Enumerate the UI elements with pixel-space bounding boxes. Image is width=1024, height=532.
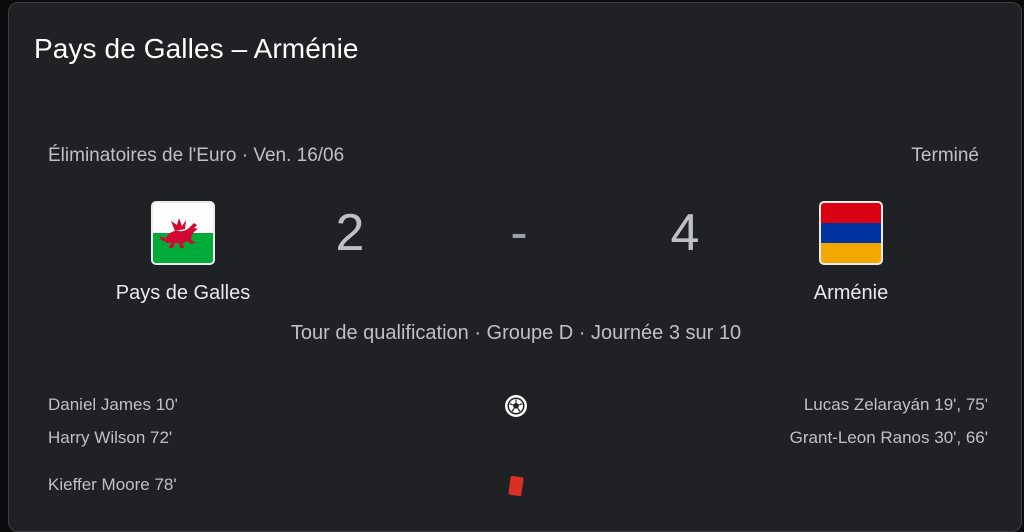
away-team[interactable]: Arménie — [761, 201, 941, 305]
goal-row: Daniel James 10' Lucas Zelarayán 19', 75… — [9, 388, 1021, 422]
round-info[interactable]: Tour de qualification · Groupe D · Journ… — [9, 322, 1021, 345]
goal-row: Harry Wilson 72' Grant-Leon Ranos 30', 6… — [9, 421, 1021, 455]
home-goal-scorer: Daniel James 10' — [48, 395, 178, 414]
soccer-ball-icon — [504, 394, 528, 418]
away-goal-scorer: Grant-Leon Ranos 30', 66' — [789, 428, 988, 447]
match-card: Pays de Galles – Arménie Éliminatoires d… — [8, 2, 1022, 532]
armenia-flag-icon — [819, 201, 883, 265]
away-score: 4 — [670, 204, 700, 262]
red-card-row: Kieffer Moore 78' — [9, 468, 1021, 502]
home-team-name: Pays de Galles — [115, 282, 251, 304]
competition-date[interactable]: Éliminatoires de l'Euro · Ven. 16/06 — [48, 145, 344, 167]
score-separator: - — [510, 204, 528, 262]
home-red-card-player: Kieffer Moore 78' — [48, 475, 177, 494]
wales-flag-icon — [151, 201, 215, 265]
home-goal-scorer: Harry Wilson 72' — [48, 428, 173, 447]
away-team-name: Arménie — [813, 282, 889, 304]
red-card-icon — [504, 474, 528, 498]
away-goal-scorer: Lucas Zelarayán 19', 75' — [803, 395, 988, 414]
home-team[interactable]: Pays de Galles — [93, 201, 273, 305]
home-score: 2 — [335, 204, 365, 262]
match-title[interactable]: Pays de Galles – Arménie — [34, 33, 359, 65]
match-status: Terminé — [911, 145, 979, 166]
